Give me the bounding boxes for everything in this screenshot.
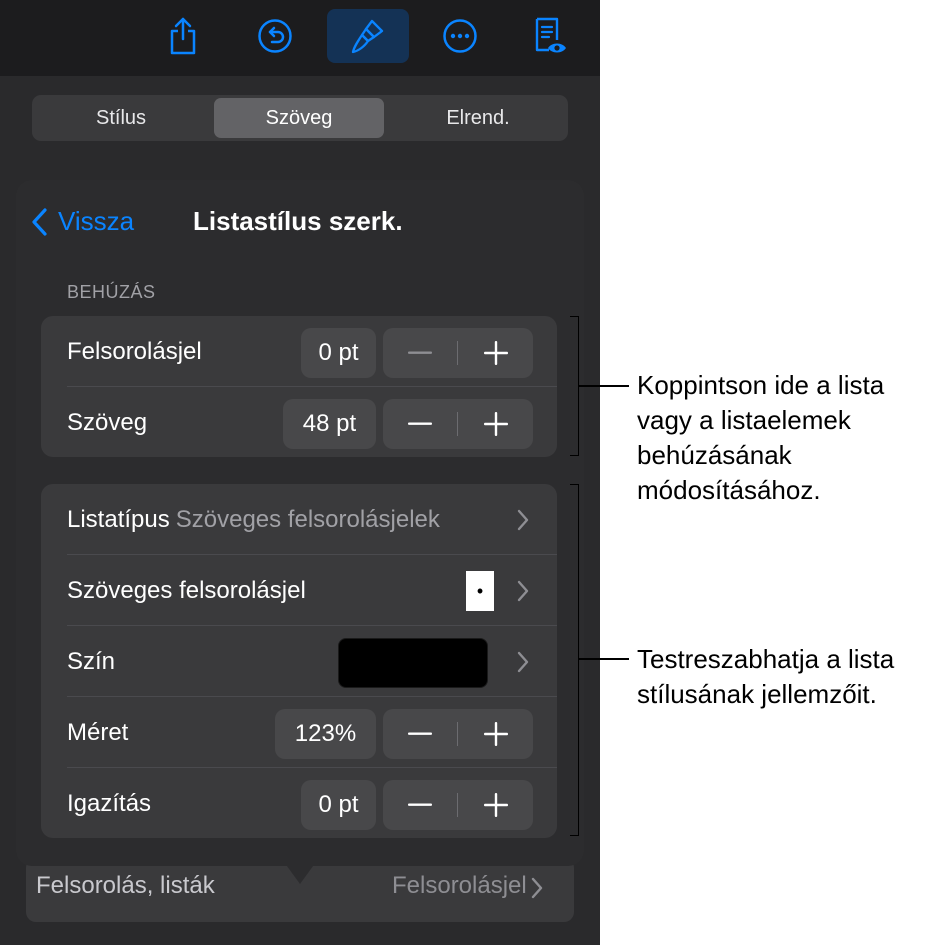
plus-icon [484, 412, 508, 436]
bullet-indent-value[interactable]: 0 pt [301, 328, 376, 378]
bullets-and-lists-label: Felsorolás, listák [36, 872, 215, 899]
format-button[interactable] [327, 9, 409, 63]
text-bullet-row[interactable]: Szöveges felsorolásjel • [41, 555, 557, 626]
list-type-row[interactable]: Listatípus Szöveges felsorolásjelek [41, 484, 557, 555]
reading-view-icon [535, 17, 566, 53]
indent-section-label: BEHÚZÁS [67, 282, 156, 302]
chevron-right-icon [517, 509, 529, 531]
alignment-stepper [383, 780, 533, 830]
chevron-right-icon [531, 877, 543, 899]
more-icon [443, 19, 477, 53]
increase-button[interactable] [459, 709, 533, 759]
list-style-group: Listatípus Szöveges felsorolásjelek Szöv… [41, 484, 557, 838]
color-row[interactable]: Szín [41, 626, 557, 697]
chevron-right-icon [517, 580, 529, 602]
plus-icon [484, 793, 508, 817]
indent-callout-text: Koppintson ide a lista vagy a listaeleme… [637, 370, 885, 505]
tab-style[interactable]: Stílus [35, 98, 207, 138]
reading-view-button[interactable] [508, 9, 590, 63]
list-type-title: Listatípus [67, 505, 170, 533]
list-type-value: Szöveges felsorolásjelek [175, 505, 440, 533]
style-callout-text: Testreszabhatja a lista stílusának jelle… [637, 644, 895, 709]
style-callout-line [579, 658, 629, 660]
minus-icon [408, 803, 432, 806]
plus-icon [484, 722, 508, 746]
alignment-value[interactable]: 0 pt [301, 780, 376, 830]
plus-icon [484, 341, 508, 365]
tab-text[interactable]: Szöveg [214, 98, 384, 138]
list-type-label: Listatípus Szöveges felsorolásjelek [67, 484, 440, 555]
color-label: Szín [67, 647, 116, 675]
undo-icon [258, 19, 292, 53]
indent-group: Felsorolásjel 0 pt Szöveg 48 pt [41, 316, 557, 457]
popover-arrow [284, 862, 316, 884]
bullet-indent-row: Felsorolásjel 0 pt [41, 316, 557, 387]
share-button[interactable] [142, 9, 224, 63]
bullet-indent-stepper [383, 328, 533, 378]
increase-button[interactable] [459, 399, 533, 449]
increase-button[interactable] [459, 780, 533, 830]
size-label: Méret [67, 718, 129, 746]
bullet-indent-label: Felsorolásjel [67, 337, 202, 365]
toolbar [0, 0, 600, 77]
decrease-button[interactable] [383, 328, 457, 378]
alignment-row: Igazítás 0 pt [41, 768, 557, 839]
more-button[interactable] [419, 9, 501, 63]
ipad-screen: Stílus Szöveg Elrend. Felsorolás, listák… [0, 0, 600, 945]
increase-button[interactable] [459, 328, 533, 378]
chevron-right-icon [517, 651, 529, 673]
indent-callout-line [579, 385, 629, 387]
color-swatch[interactable] [338, 638, 488, 688]
decrease-button[interactable] [383, 399, 457, 449]
bullets-and-lists-value: Felsorolásjel [392, 872, 527, 899]
undo-button[interactable] [234, 9, 316, 63]
minus-icon [408, 422, 432, 425]
decrease-button[interactable] [383, 709, 457, 759]
size-value[interactable]: 123% [275, 709, 376, 759]
alignment-label: Igazítás [67, 789, 152, 817]
popover-title: Listastílus szerk. [193, 206, 403, 236]
minus-icon [408, 351, 432, 354]
style-callout-bracket [570, 484, 579, 836]
text-indent-stepper [383, 399, 533, 449]
text-indent-label: Szöveg [67, 408, 148, 436]
chevron-left-icon [32, 207, 47, 236]
share-icon [170, 17, 196, 55]
minus-icon [408, 732, 432, 735]
text-indent-row: Szöveg 48 pt [41, 387, 557, 458]
size-stepper [383, 709, 533, 759]
format-tabs: Stílus Szöveg Elrend. [32, 95, 568, 141]
bullet-character-preview: • [466, 571, 494, 611]
decrease-button[interactable] [383, 780, 457, 830]
format-paintbrush-icon [351, 19, 384, 54]
size-row: Méret 123% [41, 697, 557, 768]
text-bullet-label: Szöveges felsorolásjel [67, 576, 306, 604]
back-label: Vissza [58, 206, 135, 236]
tab-arrange[interactable]: Elrend. [392, 98, 564, 138]
text-indent-value[interactable]: 48 pt [283, 399, 376, 449]
indent-callout-bracket [570, 316, 579, 456]
back-button[interactable]: Vissza [30, 206, 134, 237]
